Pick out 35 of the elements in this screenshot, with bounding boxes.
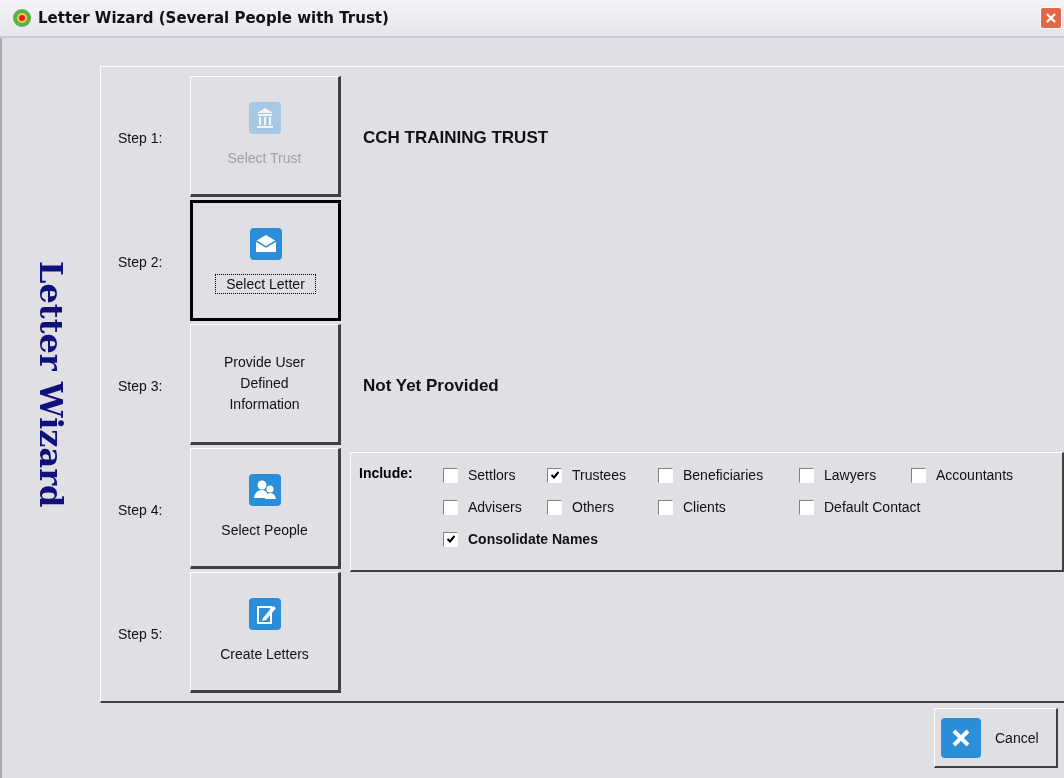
checkbox-option[interactable]: Clients (658, 497, 726, 517)
checkbox-option[interactable]: Advisers (443, 497, 522, 517)
window-title: Letter Wizard (Several People with Trust) (38, 9, 390, 27)
cancel-button[interactable]: Cancel (934, 708, 1058, 768)
close-icon (941, 717, 981, 758)
app-icon (12, 8, 32, 28)
side-title: Letter Wizard (32, 261, 70, 508)
check-icon (445, 534, 456, 544)
step-status: Not Yet Provided (363, 376, 499, 396)
include-label: Include: (359, 465, 414, 483)
close-icon (1045, 12, 1057, 24)
envelope-icon (249, 227, 282, 260)
step-button[interactable]: Provide User Defined Information (190, 324, 341, 445)
check-icon (549, 470, 560, 480)
checkbox-option[interactable]: Consolidate Names (443, 529, 598, 549)
step-button[interactable]: Select Letter (190, 200, 341, 321)
step-label: Step 2: (117, 254, 164, 270)
checkbox-option[interactable]: Default Contact (799, 497, 921, 517)
close-button[interactable] (1040, 7, 1062, 29)
checkbox-option[interactable]: Beneficiaries (658, 465, 764, 485)
checkbox-option[interactable]: Others (547, 497, 614, 517)
step-button[interactable]: Create Letters (190, 572, 341, 693)
checkbox-option[interactable]: Lawyers (799, 465, 877, 485)
checkbox-option[interactable]: Trustees (547, 465, 626, 485)
pencil-icon (248, 598, 281, 630)
step-label: Step 5: (117, 626, 164, 642)
checkbox-option[interactable]: Accountants (911, 465, 1014, 485)
step-status: CCH TRAINING TRUST (363, 128, 549, 148)
step-label: Step 4: (117, 502, 164, 518)
step-label: Step 3: (117, 378, 164, 394)
building-icon (248, 102, 281, 134)
step-button[interactable]: Select People (190, 448, 341, 569)
people-icon (248, 474, 281, 506)
checkbox-option[interactable]: Settlors (443, 465, 516, 485)
step-label: Step 1: (117, 130, 164, 146)
